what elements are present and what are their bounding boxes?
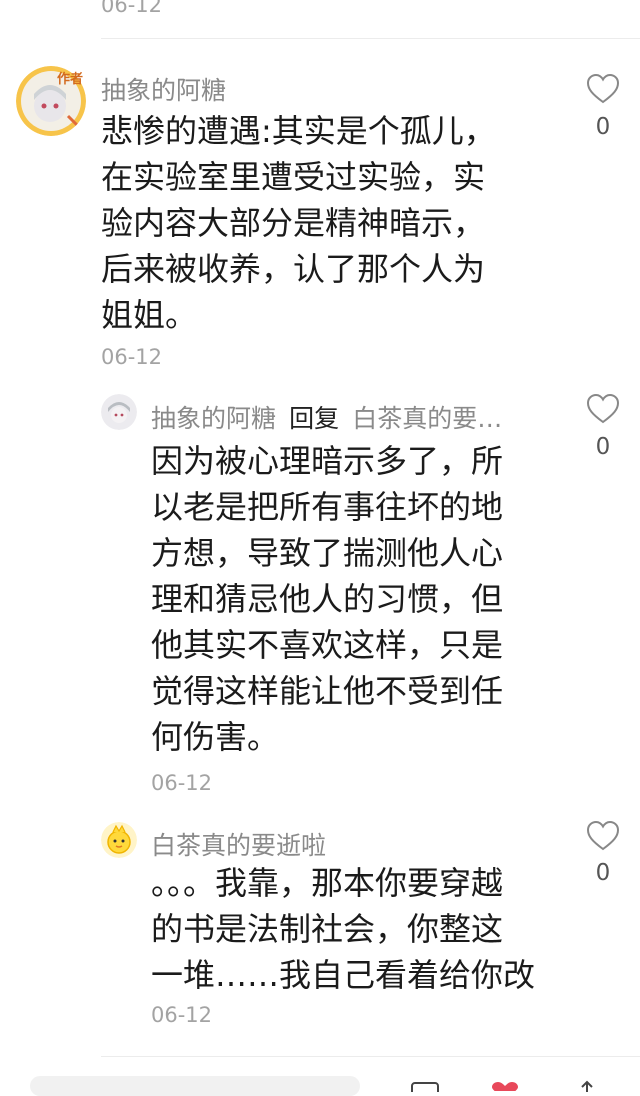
comment-text-line: 在实验室里遭受过实验，实 bbox=[101, 158, 486, 196]
reply-username[interactable]: 抽象的阿糖 bbox=[151, 404, 276, 433]
reply-date: 06-12 bbox=[151, 1003, 213, 1027]
avatar[interactable] bbox=[101, 822, 137, 858]
reply-text-line: 的书是法制社会，你整这 bbox=[151, 910, 504, 948]
reply-date: 06-12 bbox=[151, 771, 213, 795]
divider bbox=[101, 1056, 640, 1057]
reply-header: 抽象的阿糖 回复 白茶真的要… bbox=[151, 399, 502, 435]
reply-text: 因为被心理暗示多了，所 以老是把所有事往坏的地 方想，导致了揣测他人心 理和猜忌… bbox=[151, 438, 551, 760]
reply-label: 回复 bbox=[289, 404, 340, 433]
comment-text: 悲惨的遭遇:其实是个孤儿， 在实验室里遭受过实验，实 验内容大部分是精神暗示， … bbox=[101, 108, 561, 338]
comment-input-bar[interactable] bbox=[30, 1076, 360, 1096]
reply-text-line: 。。。我靠，那本你要穿越 bbox=[151, 864, 504, 902]
heart-outline-icon[interactable] bbox=[586, 820, 620, 852]
like-count: 0 bbox=[595, 860, 611, 886]
comment-text-line: 验内容大部分是精神暗示， bbox=[101, 204, 486, 242]
divider bbox=[101, 38, 640, 39]
comment-text-line: 后来被收养，认了那个人为 bbox=[101, 250, 486, 288]
reply-text-line: 因为被心理暗示多了，所 bbox=[151, 442, 504, 480]
previous-comment-date: 06-12 bbox=[101, 0, 163, 17]
reply-text-line: 方想，导致了揣测他人心 bbox=[151, 534, 504, 572]
reply-text-line: 何伤害。 bbox=[151, 718, 280, 756]
reply-text: 。。。我靠，那本你要穿越 的书是法制社会，你整这 一堆……我自己看着给你改 bbox=[151, 860, 551, 998]
reply-target-username[interactable]: 白茶真的要… bbox=[352, 404, 502, 433]
heart-outline-icon[interactable] bbox=[586, 73, 620, 105]
heart-filled-icon[interactable] bbox=[490, 1076, 520, 1096]
author-badge: 作者 bbox=[57, 72, 84, 87]
like-count: 0 bbox=[595, 434, 611, 460]
reply-text-line: 理和猜忌他人的习惯，但 bbox=[151, 580, 504, 618]
comment-username[interactable]: 抽象的阿糖 bbox=[101, 71, 226, 107]
comment-date: 06-12 bbox=[101, 345, 163, 369]
heart-outline-icon[interactable] bbox=[586, 393, 620, 425]
reply-text-line: 以老是把所有事往坏的地 bbox=[151, 488, 504, 526]
comment-box-icon[interactable] bbox=[410, 1077, 440, 1096]
reply-text-line: 他其实不喜欢这样，只是 bbox=[151, 626, 504, 664]
avatar[interactable] bbox=[101, 394, 137, 430]
reply-text-line: 觉得这样能让他不受到任 bbox=[151, 672, 504, 710]
like-count: 0 bbox=[595, 114, 611, 140]
comment-text-line: 姐姐。 bbox=[101, 296, 198, 334]
share-icon[interactable] bbox=[572, 1077, 602, 1092]
comment-text-line: 悲惨的遭遇:其实是个孤儿， bbox=[101, 112, 496, 150]
reply-username[interactable]: 白茶真的要逝啦 bbox=[151, 826, 326, 862]
reply-text-line: 一堆……我自己看着给你改 bbox=[151, 956, 536, 994]
